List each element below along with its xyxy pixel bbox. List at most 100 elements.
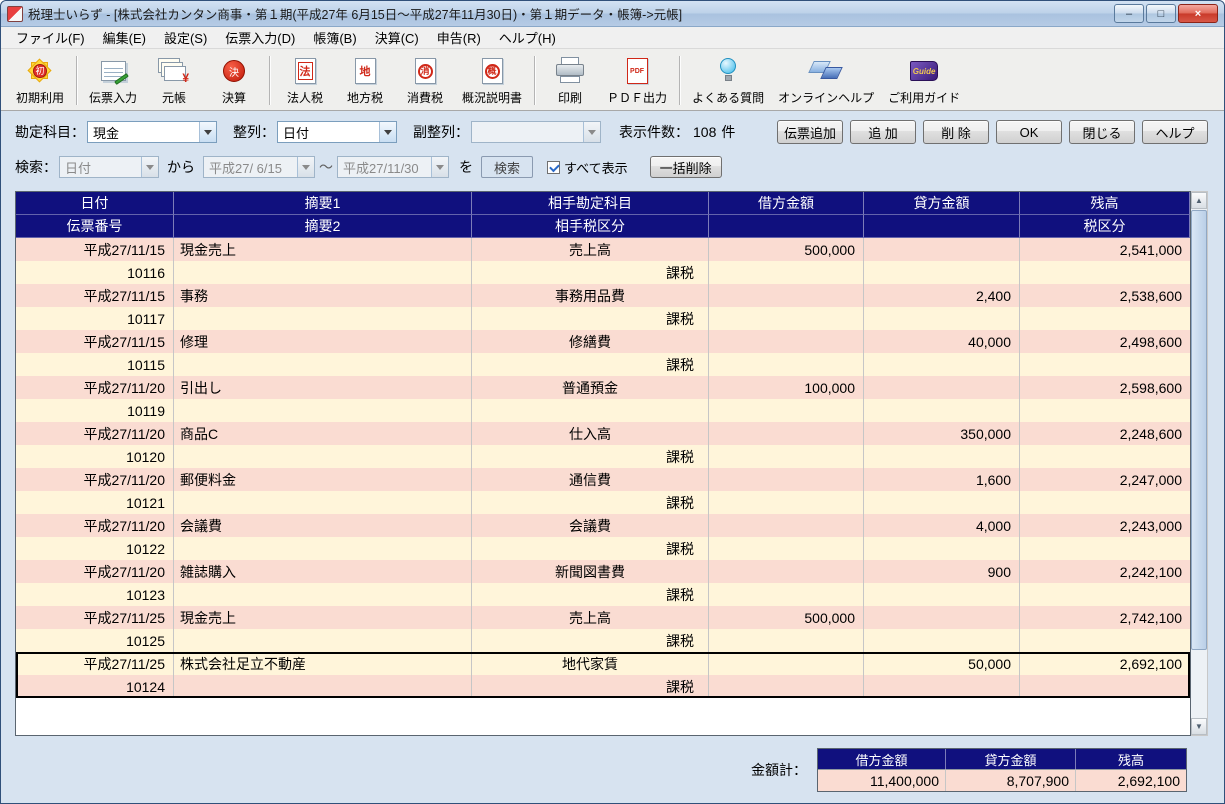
user-guide-icon: Guide	[901, 54, 947, 88]
header-empty	[864, 215, 1020, 238]
toolbar-item-online-help[interactable]: オンラインヘルプ	[771, 51, 881, 110]
cell-empty	[864, 445, 1020, 468]
ledger-voucher[interactable]: 平成27/11/15 修理 修繕費 40,000 2,498,600 10115…	[16, 330, 1190, 376]
ledger-body: 平成27/11/15 現金売上 売上高 500,000 2,541,000 10…	[16, 238, 1190, 698]
cell-summary2	[174, 491, 472, 514]
close-button[interactable]: ×	[1178, 4, 1218, 23]
add-button[interactable]: 追 加	[850, 120, 916, 144]
ledger-voucher[interactable]: 平成27/11/20 会議費 会議費 4,000 2,243,000 10122…	[16, 514, 1190, 560]
cell-tax-class: 課税	[472, 353, 709, 376]
subsort-select[interactable]	[471, 121, 601, 143]
cell-empty	[864, 353, 1020, 376]
header-credit: 貸方金額	[864, 192, 1020, 215]
ledger-voucher[interactable]: 平成27/11/15 現金売上 売上高 500,000 2,541,000 10…	[16, 238, 1190, 284]
table-scrollbar[interactable]: ▲ ▼	[1191, 191, 1208, 736]
menu-edit[interactable]: 編集(E)	[94, 26, 155, 49]
online-help-icon	[803, 54, 849, 88]
date-to-select[interactable]: 平成27/11/30	[337, 156, 449, 178]
cell-credit: 40,000	[864, 330, 1020, 353]
sort-select[interactable]: 日付	[277, 121, 397, 143]
cell-tax-class: 課税	[472, 675, 709, 698]
toolbar-item-consumption-tax[interactable]: 消 消費税	[395, 51, 455, 110]
cell-summary1: 雑誌購入	[174, 560, 472, 583]
cell-voucher-no: 10116	[16, 261, 174, 284]
corporate-tax-icon: 法	[282, 54, 328, 88]
ledger-voucher[interactable]: 平成27/11/15 事務 事務用品費 2,400 2,538,600 1011…	[16, 284, 1190, 330]
print-icon	[547, 54, 593, 88]
voucher-add-button[interactable]: 伝票追加	[777, 120, 843, 144]
ledger-grid: 日付 摘要1 相手勘定科目 借方金額 貸方金額 残高 伝票番号 摘要2 相手税区…	[15, 191, 1191, 736]
cell-date: 平成27/11/20	[16, 560, 174, 583]
menu-settlement[interactable]: 決算(C)	[366, 26, 428, 49]
toolbar-item-ledger[interactable]: ¥ 元帳	[144, 51, 204, 110]
toolbar-item-pdf-output[interactable]: PDF ＰＤＦ出力	[600, 51, 674, 110]
menu-help[interactable]: ヘルプ(H)	[490, 26, 565, 49]
menu-books[interactable]: 帳簿(B)	[304, 26, 365, 49]
search-button[interactable]: 検索	[481, 156, 533, 178]
scroll-track[interactable]	[1191, 209, 1207, 718]
particle-label: を	[459, 157, 473, 177]
cell-date: 平成27/11/20	[16, 376, 174, 399]
close-window-button[interactable]: 閉じる	[1069, 120, 1135, 144]
delete-button[interactable]: 削 除	[923, 120, 989, 144]
toolbar-item-settlement[interactable]: 決 決算	[204, 51, 264, 110]
title-bar[interactable]: 税理士いらず - [株式会社カンタン商事・第１期(平成27年 6月15日～平成2…	[1, 1, 1224, 27]
menu-settings[interactable]: 設定(S)	[155, 26, 216, 49]
summary-value-balance: 2,692,100	[1076, 769, 1186, 791]
show-all-checkbox[interactable]	[547, 161, 560, 174]
ledger-voucher[interactable]: 平成27/11/20 雑誌購入 新聞図書費 900 2,242,100 1012…	[16, 560, 1190, 606]
ok-button[interactable]: OK	[996, 120, 1062, 144]
cell-empty	[709, 399, 864, 422]
toolbar-item-print[interactable]: 印刷	[540, 51, 600, 110]
cell-summary2	[174, 307, 472, 330]
toolbar-item-local-tax[interactable]: 地 地方税	[335, 51, 395, 110]
minimize-button[interactable]: –	[1114, 4, 1144, 23]
ledger-voucher[interactable]: 平成27/11/20 引出し 普通預金 100,000 2,598,600 10…	[16, 376, 1190, 422]
bulk-delete-button[interactable]: 一括削除	[650, 156, 722, 178]
ledger-voucher[interactable]: 平成27/11/20 商品C 仕入高 350,000 2,248,600 101…	[16, 422, 1190, 468]
cell-date: 平成27/11/15	[16, 330, 174, 353]
toolbar-item-faq[interactable]: よくある質問	[685, 51, 771, 110]
menu-tax-return[interactable]: 申告(R)	[428, 26, 490, 49]
summary-value-debit: 11,400,000	[818, 769, 946, 791]
cell-counter-account: 仕入高	[472, 422, 709, 445]
scroll-thumb[interactable]	[1191, 210, 1207, 650]
summary-header-balance: 残高	[1076, 749, 1186, 769]
menu-bar: ファイル(F) 編集(E) 設定(S) 伝票入力(D) 帳簿(B) 決算(C) …	[1, 27, 1224, 49]
ledger-voucher[interactable]: 平成27/11/25 現金売上 売上高 500,000 2,742,100 10…	[16, 606, 1190, 652]
cell-voucher-no: 10125	[16, 629, 174, 652]
overview-report-icon: 概	[469, 54, 515, 88]
maximize-button[interactable]: □	[1146, 4, 1176, 23]
ledger-voucher[interactable]: 平成27/11/20 郵便料金 通信費 1,600 2,247,000 1012…	[16, 468, 1190, 514]
search-field-select[interactable]: 日付	[59, 156, 159, 178]
summary-bar: 金額計： 借方金額 貸方金額 残高 11,400,000 8,707,900 2…	[1, 748, 1187, 792]
cell-empty	[864, 629, 1020, 652]
toolbar-item-initial-use[interactable]: 初 初期利用	[9, 51, 71, 110]
ledger-voucher[interactable]: 平成27/11/25 株式会社足立不動産 地代家賃 50,000 2,692,1…	[16, 652, 1190, 698]
account-label: 勘定科目：	[15, 122, 85, 142]
cell-empty	[864, 491, 1020, 514]
menu-file[interactable]: ファイル(F)	[7, 26, 94, 49]
cell-tax-class: 課税	[472, 261, 709, 284]
toolbar-item-overview-report[interactable]: 概 概況説明書	[455, 51, 529, 110]
help-button[interactable]: ヘルプ	[1142, 120, 1208, 144]
cell-empty	[709, 353, 864, 376]
workspace: 勘定科目： 現金 整列： 日付 副整列： 表示件数： 108 件 伝票追加 追 …	[1, 111, 1224, 803]
count-unit: 件	[721, 122, 735, 142]
date-from-select[interactable]: 平成27/ 6/15	[203, 156, 315, 178]
window-title: 税理士いらず - [株式会社カンタン商事・第１期(平成27年 6月15日～平成2…	[28, 4, 1106, 23]
from-label: から	[167, 157, 195, 177]
scroll-up-button[interactable]: ▲	[1191, 192, 1207, 209]
toolbar-item-user-guide[interactable]: Guide ご利用ガイド	[881, 51, 967, 110]
cell-summary2	[174, 629, 472, 652]
account-select[interactable]: 現金	[87, 121, 217, 143]
menu-voucher-entry[interactable]: 伝票入力(D)	[216, 26, 304, 49]
cell-voucher-no: 10123	[16, 583, 174, 606]
toolbar-item-corporate-tax[interactable]: 法 法人税	[275, 51, 335, 110]
cell-voucher-no: 10121	[16, 491, 174, 514]
local-tax-icon: 地	[342, 54, 388, 88]
toolbar-item-voucher-entry[interactable]: 伝票入力	[82, 51, 144, 110]
scroll-down-button[interactable]: ▼	[1191, 718, 1207, 735]
header-debit: 借方金額	[709, 192, 864, 215]
cell-summary1: 修理	[174, 330, 472, 353]
